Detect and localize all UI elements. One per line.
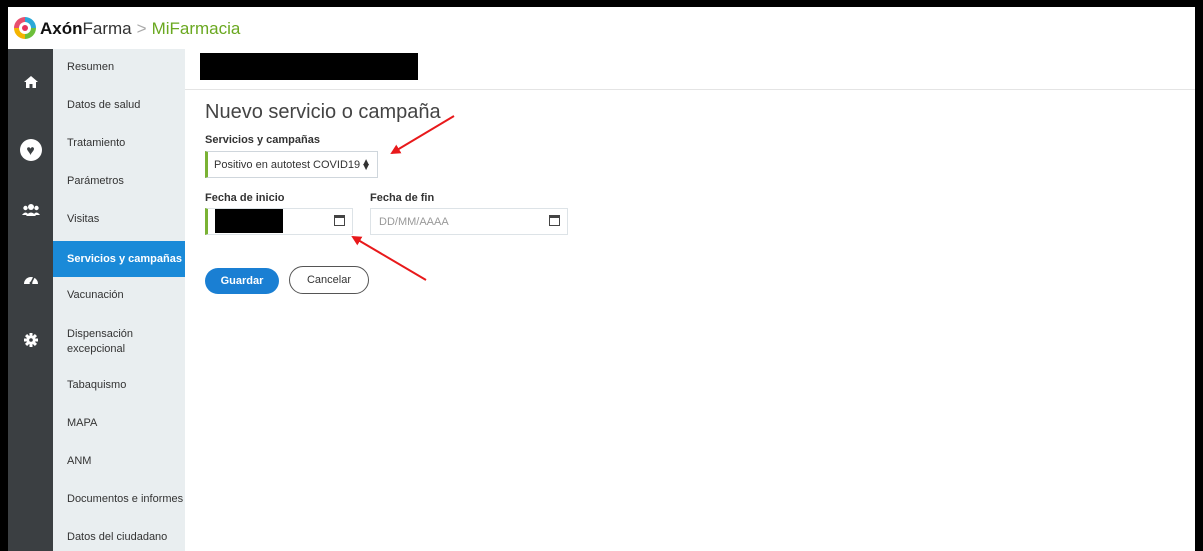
- sidebar-item-mapa[interactable]: MAPA: [53, 415, 185, 431]
- product-prefix: Mi: [151, 19, 170, 38]
- product-suffix: Farmacia: [169, 19, 241, 38]
- redacted-start-date: [215, 209, 283, 233]
- end-date-label: Fecha de fin: [370, 192, 435, 204]
- home-icon[interactable]: [8, 67, 53, 97]
- app-window: AxónFarma > MiFarmacia ♥ Resumen Datos d…: [8, 7, 1195, 551]
- sidebar-item-tabaquismo[interactable]: Tabaquismo: [53, 377, 185, 393]
- sidebar-item-datos-del-ciudadano[interactable]: Datos del ciudadano: [53, 529, 185, 545]
- icon-rail: ♥: [8, 49, 53, 551]
- sidebar-item-visitas[interactable]: Visitas: [53, 211, 185, 227]
- start-date-label: Fecha de inicio: [205, 192, 285, 204]
- sidebar-item-anm[interactable]: ANM: [53, 453, 185, 469]
- side-menu: Resumen Datos de salud Tratamiento Parám…: [53, 49, 185, 551]
- sidebar-item-documentos-e-informes[interactable]: Documentos e informes: [53, 491, 185, 507]
- sidebar-item-parametros[interactable]: Parámetros: [53, 173, 185, 189]
- users-icon[interactable]: [8, 195, 53, 225]
- service-label: Servicios y campañas: [205, 134, 320, 146]
- service-select-value: Positivo en autotest COVID19: [214, 158, 361, 171]
- sidebar-item-datos-de-salud[interactable]: Datos de salud: [53, 97, 185, 113]
- sidebar-item-resumen[interactable]: Resumen: [53, 59, 185, 75]
- select-caret-icon: ▲ ▼: [361, 157, 371, 173]
- axonfarma-logo-icon[interactable]: [14, 17, 36, 39]
- calendar-icon[interactable]: [549, 215, 560, 226]
- sidebar-item-dispensacion-excepcional[interactable]: Dispensación excepcional: [53, 325, 163, 359]
- top-bar: AxónFarma > MiFarmacia: [8, 7, 1195, 50]
- end-date-placeholder: DD/MM/AAAA: [379, 215, 449, 228]
- dashboard-icon[interactable]: [8, 264, 53, 294]
- end-date-field[interactable]: DD/MM/AAAA: [370, 208, 568, 235]
- brand-title[interactable]: AxónFarma > MiFarmacia: [40, 19, 240, 39]
- gear-icon[interactable]: [8, 325, 53, 355]
- save-button[interactable]: Guardar: [205, 268, 279, 294]
- heart-icon[interactable]: ♥: [8, 135, 53, 165]
- brand-part1: Axón: [40, 19, 83, 38]
- page-title: Nuevo servicio o campaña: [205, 101, 441, 123]
- service-select[interactable]: Positivo en autotest COVID19 ▲ ▼: [205, 151, 378, 178]
- calendar-icon[interactable]: [334, 215, 345, 226]
- brand-part2: Farma: [82, 19, 132, 38]
- sidebar-item-servicios-y-campanas[interactable]: Servicios y campañas: [53, 241, 185, 277]
- redacted-patient-name: [200, 53, 418, 80]
- sidebar-item-tratamiento[interactable]: Tratamiento: [53, 135, 185, 151]
- sidebar-item-vacunacion[interactable]: Vacunación: [53, 287, 185, 303]
- cancel-button[interactable]: Cancelar: [289, 266, 369, 294]
- brand-separator: >: [136, 19, 147, 38]
